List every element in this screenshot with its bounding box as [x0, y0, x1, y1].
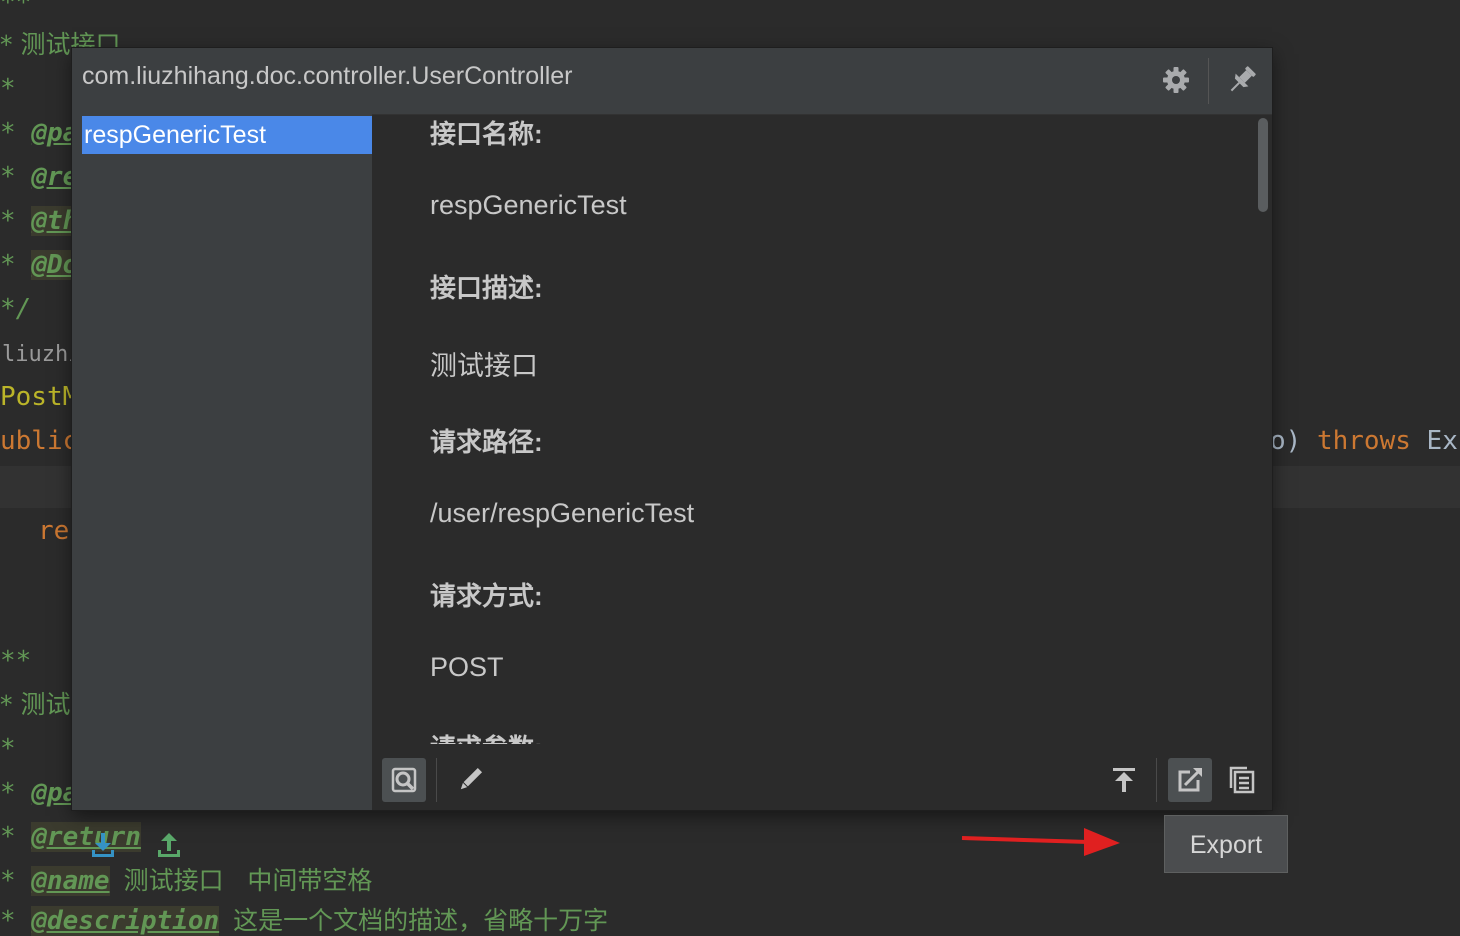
popup-header[interactable]: com.liuzhihang.doc.controller.UserContro… [72, 48, 1272, 115]
code-line: * @Do [0, 250, 79, 280]
pin-icon[interactable] [1224, 62, 1260, 98]
code-line: ublic [0, 426, 79, 456]
upload-icon[interactable] [154, 830, 184, 860]
code-line: * @description 这是一个文档的描述，省略十万字 [0, 906, 609, 936]
gear-icon[interactable] [1158, 62, 1194, 98]
export-icon [1178, 768, 1202, 792]
code-line: * [0, 74, 16, 104]
edit-button[interactable] [448, 758, 492, 802]
code-line: * @th [0, 206, 79, 236]
code-line: ** [0, 0, 32, 18]
doc-desc-value: 测试接口 [430, 351, 538, 381]
popup-toolbar [372, 744, 1272, 810]
code-line: * @return [0, 822, 141, 852]
doc-params-label: 请求参数: [430, 728, 543, 744]
export-button[interactable] [1168, 758, 1212, 802]
code-line: * @pa [0, 778, 79, 808]
code-line: * @pa [0, 118, 79, 148]
header-divider [1208, 58, 1209, 104]
edit-icon [460, 767, 483, 790]
code-line-tail: o) throws Exc [1270, 426, 1460, 456]
code-line: * 测试 [0, 690, 71, 719]
toolbar-divider [436, 758, 437, 802]
pin-to-top-button[interactable] [1102, 758, 1146, 802]
code-line: */ [0, 294, 32, 324]
method-list-panel: respGenericTest [72, 114, 372, 857]
doc-name-value: respGenericTest [430, 190, 627, 220]
doc-desc-label: 接口描述: [430, 273, 543, 303]
toolbar-divider [1156, 758, 1157, 802]
search-preview-icon [391, 767, 417, 793]
export-tooltip: Export [1164, 815, 1288, 873]
doc-path-value: /user/respGenericTest [430, 498, 695, 528]
scrollbar-thumb[interactable] [1258, 118, 1268, 212]
code-line: * [0, 734, 16, 764]
code-line: * @re [0, 162, 79, 192]
doc-view-popup: com.liuzhihang.doc.controller.UserContro… [72, 48, 1272, 857]
copy-button[interactable] [1220, 758, 1264, 802]
import-icon[interactable] [88, 830, 118, 860]
doc-method-value: POST [430, 652, 504, 682]
code-line: re [38, 516, 70, 546]
code-line: ** [0, 646, 32, 676]
popup-title: com.liuzhihang.doc.controller.UserContro… [82, 62, 573, 90]
doc-content[interactable]: 接口名称: respGenericTest 接口描述: 测试接口 请求路径: /… [372, 114, 1272, 744]
pin-to-top-icon [1113, 768, 1135, 792]
list-item[interactable]: respGenericTest [82, 116, 372, 154]
doc-name-label: 接口名称: [430, 119, 543, 149]
doc-path-label: 请求路径: [430, 427, 543, 457]
code-line: * @name 测试接口 中间带空格 [0, 866, 373, 896]
red-arrow-annotation [961, 828, 1120, 856]
doc-method-label: 请求方式: [430, 581, 543, 611]
search-preview-button[interactable] [382, 758, 426, 802]
copy-icon [1229, 766, 1255, 794]
